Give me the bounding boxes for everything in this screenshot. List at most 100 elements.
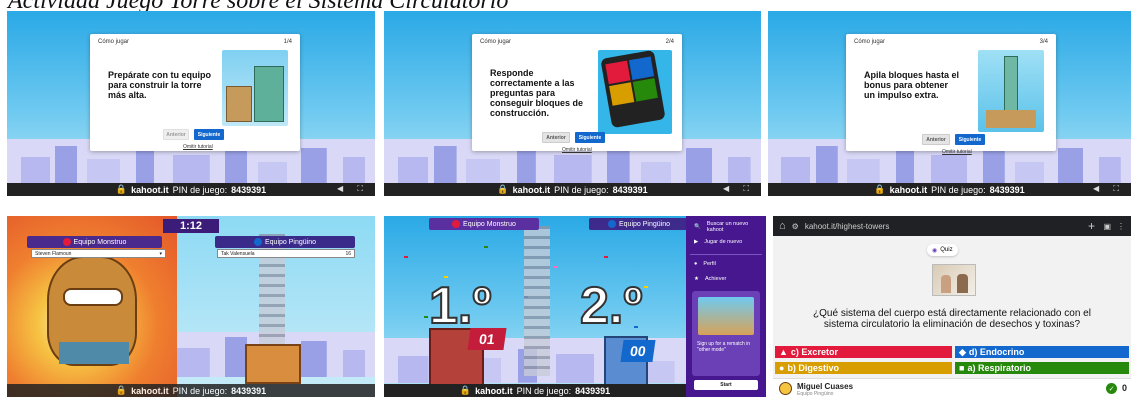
next-button[interactable]: Siguiente <box>194 129 224 140</box>
achievements-item[interactable]: ★ Achiever <box>694 276 726 282</box>
triangle-icon: ▲ <box>779 347 788 357</box>
player-name: Miguel Cuases <box>797 382 854 391</box>
achievements-label: Achiever <box>704 276 727 282</box>
play-again-label: Jugar de nuevo <box>704 239 743 245</box>
status-bar: 🔒 kahoot.it PIN de juego: 8439391 <box>384 384 686 397</box>
monster-icon <box>62 238 71 246</box>
sidebar-divider <box>690 254 762 255</box>
address-bar[interactable]: kahoot.it/highest-towers <box>805 222 890 231</box>
site-label: kahoot.it <box>131 385 169 396</box>
quiz-badge-label: Quiz <box>940 247 953 253</box>
team-b-player-field: Tak Valensuela 16 <box>217 249 355 258</box>
tutorial-header: Cómo jugar <box>480 39 512 45</box>
previous-button[interactable]: Anterior <box>163 129 189 140</box>
status-bar: 🔒 kahoot.it PIN de juego: 8439391 ◀ ⛶ <box>7 183 375 196</box>
quiz-badge: ◉ Quiz <box>927 244 958 256</box>
question-text: ¿Qué sistema del cuerpo está directament… <box>813 308 1091 330</box>
team-b-name: Equipo Pingüino <box>619 220 670 228</box>
penguin-icon <box>608 220 616 228</box>
tutorial-card: Cómo jugar 1/4 Prepárate con tu equipo p… <box>90 34 300 151</box>
tower-structure <box>524 226 550 376</box>
phone-illustration <box>598 49 672 134</box>
tutorial-screen-1: Cómo jugar 1/4 Prepárate con tu equipo p… <box>7 11 375 196</box>
answer-label: a) Respiratorio <box>967 363 1031 373</box>
site-label: kahoot.it <box>889 184 928 195</box>
tutorial-text: Apila bloques hasta el bonus para obtene… <box>864 70 960 100</box>
tutorial-header: Cómo jugar <box>854 39 886 45</box>
score: 0 <box>1121 383 1127 393</box>
search-new-label: Buscar un nuevo kahoot <box>706 221 749 233</box>
menu-icon[interactable]: ⋮ <box>1117 222 1125 231</box>
quiz-browser-screen: ⌂ ⚙ kahoot.it/highest-towers + ▣ ⋮ ◉ Quiz… <box>773 216 1131 397</box>
answer-label: b) Digestivo <box>787 363 839 373</box>
status-bar: 🔒 kahoot.it PIN de juego: 8439391 <box>7 384 375 397</box>
promo-image <box>698 297 754 335</box>
skip-tutorial-link[interactable]: Omitir tutorial <box>562 147 592 153</box>
answer-label: c) Excretor <box>790 347 838 357</box>
skip-tutorial-link[interactable]: Omitir tutorial <box>942 149 972 155</box>
quiz-icon: ◉ <box>932 247 938 254</box>
pin-label: PIN de juego: <box>554 184 609 195</box>
next-button[interactable]: Siguiente <box>575 132 605 143</box>
volume-icon[interactable]: ◀ ⛶ <box>1093 184 1125 194</box>
tower-base <box>245 344 301 384</box>
team-a-header: Equipo Monstruo <box>429 218 539 230</box>
site-settings-icon[interactable]: ⚙ <box>792 222 799 231</box>
site-label: kahoot.it <box>475 385 513 396</box>
home-icon[interactable]: ⌂ <box>779 220 786 232</box>
site-label: kahoot.it <box>512 184 551 195</box>
tutorial-screen-2: Cómo jugar 2/4 Responde correctamente a … <box>384 11 761 196</box>
diamond-icon: ◆ <box>959 346 966 357</box>
previous-button[interactable]: Anterior <box>922 134 950 145</box>
team-a-name: Equipo Monstruo <box>463 220 516 228</box>
play-again-item[interactable]: ▶ Jugar de nuevo <box>694 239 742 245</box>
team-a-player: Steven Flamoun <box>35 250 72 257</box>
avatar <box>779 382 792 395</box>
player-bar: Miguel Cuases Equipo Pingüino ✓ 0 <box>773 378 1131 397</box>
browser-bar: ⌂ ⚙ kahoot.it/highest-towers + ▣ ⋮ <box>773 216 1131 236</box>
profile-item[interactable]: ● Perfil <box>694 261 716 267</box>
tutorial-header: Cómo jugar <box>98 39 130 45</box>
pin-value: 8439391 <box>575 385 611 396</box>
team-b-name: Equipo Pingüino <box>265 238 316 246</box>
search-new-kahoot[interactable]: 🔍 Buscar un nuevo kahoot <box>694 221 766 233</box>
tabs-icon[interactable]: ▣ <box>1103 222 1111 231</box>
start-button[interactable]: Start <box>694 380 758 390</box>
monster-icon <box>452 220 461 228</box>
new-tab-icon[interactable]: + <box>1088 219 1095 233</box>
team-b-header: Equipo Pingüino <box>215 236 355 248</box>
pin-value: 8439391 <box>989 184 1025 195</box>
answer-option[interactable]: ◆ d) Endocrino <box>955 346 1129 358</box>
team-b-header: Equipo Pingüino <box>589 218 689 230</box>
promo-text: Sign up for a rematch in "other mode" <box>697 341 751 353</box>
trophy-icon: ★ <box>694 276 699 282</box>
answer-option[interactable]: ■ a) Respiratorio <box>955 362 1129 374</box>
sidebar: 🔍 Buscar un nuevo kahoot ▶ Jugar de nuevo … <box>686 216 766 397</box>
lock-icon: 🔒 <box>115 184 128 194</box>
skip-tutorial-link[interactable]: Omitir tutorial <box>183 144 213 150</box>
first-place-label: 1.º <box>428 276 492 336</box>
square-icon: ■ <box>959 363 965 373</box>
slide-counter: 1/4 <box>283 39 292 45</box>
team-a-name: Equipo Monstruo <box>73 238 127 246</box>
team-a-player-field: Steven Flamoun ▾ <box>31 249 166 258</box>
dropdown-icon: ▾ <box>159 250 162 257</box>
next-button[interactable]: Siguiente <box>955 134 985 145</box>
team-b-score: 16 <box>345 250 351 257</box>
status-bar: 🔒 kahoot.it PIN de juego: 8439391 ◀ ⛶ <box>384 183 761 196</box>
previous-button[interactable]: Anterior <box>542 132 570 143</box>
profile-label: Perfil <box>703 261 716 267</box>
volume-icon[interactable]: ◀ ⛶ <box>337 184 369 194</box>
play-icon: ▶ <box>694 239 699 245</box>
player-team: Equipo Pingüino <box>797 391 834 397</box>
answer-option[interactable]: ▲ c) Excretor <box>775 346 952 358</box>
timer: 1:12 <box>163 219 219 233</box>
penguin-icon <box>254 238 262 246</box>
check-icon: ✓ <box>1106 383 1117 394</box>
pin-label: PIN de juego: <box>931 184 986 195</box>
second-place-label: 2.º <box>579 276 643 336</box>
volume-icon[interactable]: ◀ ⛶ <box>723 184 755 194</box>
user-icon: ● <box>694 261 698 267</box>
answer-option[interactable]: ● b) Digestivo <box>775 362 952 374</box>
bonus-tower-illustration <box>978 50 1044 132</box>
